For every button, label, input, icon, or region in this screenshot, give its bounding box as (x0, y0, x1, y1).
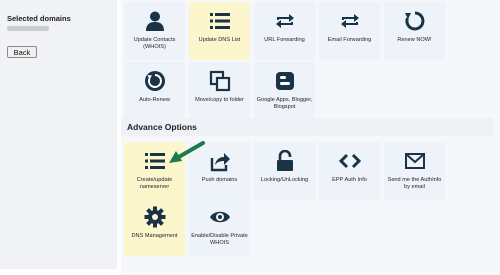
tile-google-apps[interactable]: Google Apps, Blogger, Blogspot (254, 62, 315, 120)
tile-label: URL Forwarding (264, 37, 305, 43)
copy-icon (209, 70, 231, 92)
selected-domain-redacted (7, 26, 49, 31)
advance-options-title: Advance Options (127, 122, 197, 132)
user-icon (144, 10, 166, 32)
tile-label: DNS Management (131, 233, 178, 239)
tile-update-contacts[interactable]: Update Contacts (WHOIS) (124, 2, 185, 60)
envelope-icon (404, 150, 426, 172)
sidebar: Selected domains Back (0, 0, 117, 269)
code-icon (338, 150, 361, 172)
tile-renew-now[interactable]: Renew NOW! (384, 2, 445, 60)
auto-renew-icon (144, 70, 166, 92)
tile-update-dns-list[interactable]: Update DNS List (189, 2, 250, 60)
back-button[interactable]: Back (7, 46, 37, 58)
tile-epp-auth-info[interactable]: EPP Auth Info (319, 142, 380, 200)
tile-url-forwarding[interactable]: URL Forwarding (254, 2, 315, 60)
renew-icon (404, 10, 426, 32)
tile-label: Google Apps, Blogger, Blogspot (256, 97, 313, 110)
tile-label: Send me the AuthInfo by email (387, 177, 442, 190)
main-panel: Update Contacts (WHOIS) Update DNS List … (121, 0, 500, 275)
tile-label: Email Forwarding (327, 37, 372, 43)
tile-dns-management[interactable]: DNS Management (124, 198, 185, 256)
tile-move-copy[interactable]: Move/copy to folder (189, 62, 250, 120)
tile-label: Move/copy to folder (195, 97, 244, 103)
tile-label: Update Contacts (WHOIS) (133, 37, 176, 50)
tile-private-whois[interactable]: Enable/Disable Private WHOIS (189, 198, 250, 256)
tile-label: Enable/Disable Private WHOIS (191, 233, 248, 246)
share-icon (209, 150, 231, 172)
tile-label: Renew NOW! (397, 37, 432, 43)
blogger-icon (274, 70, 296, 92)
tile-label: Locking/UnLocking (260, 177, 309, 183)
tile-label: Create/update nameserver (136, 177, 173, 190)
tile-email-forwarding[interactable]: Email Forwarding (319, 2, 380, 60)
tile-locking[interactable]: Locking/UnLocking (254, 142, 315, 200)
tile-send-authinfo[interactable]: Send me the AuthInfo by email (384, 142, 445, 200)
eye-icon (209, 206, 231, 228)
pointer-arrow-icon (163, 140, 209, 168)
tile-auto-renew[interactable]: Auto-Renew (124, 62, 185, 120)
tile-label: EPP Auth Info (332, 177, 367, 183)
tile-label: Push domains (201, 177, 238, 183)
tile-label: Update DNS List (198, 37, 241, 43)
list-icon (209, 10, 231, 32)
forward-arrows-icon (274, 10, 296, 32)
forward-arrows-icon (339, 10, 361, 32)
gear-icon (144, 206, 166, 228)
lock-icon (274, 150, 296, 172)
tile-label: Auto-Renew (139, 97, 170, 103)
sidebar-title: Selected domains (7, 14, 71, 23)
